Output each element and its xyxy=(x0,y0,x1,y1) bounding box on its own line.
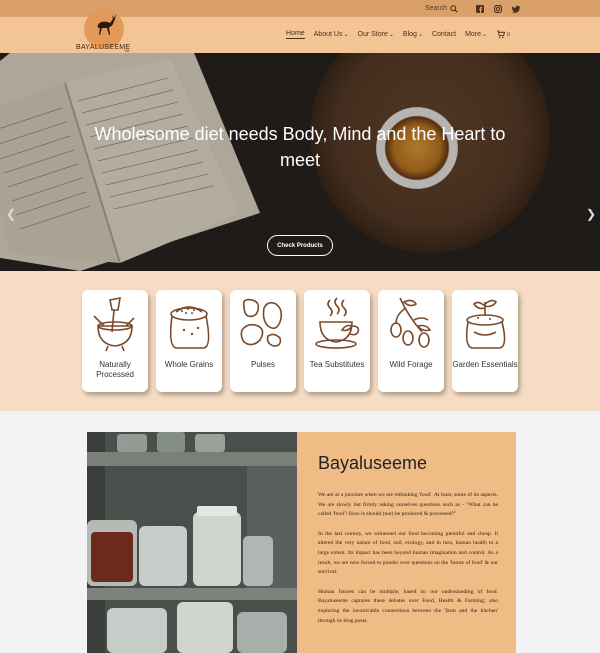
category-label: Tea Substitutes xyxy=(309,360,365,369)
nav-label: Blog xyxy=(402,31,417,38)
cart-count: 0 xyxy=(507,31,510,38)
berries-branch-icon xyxy=(390,297,432,348)
nav-menu: Home About Us ⌄ Our Store ⌄ Blog ⌄ Contact … xyxy=(286,30,510,39)
about-paragraph: Human futures can be multiple, based on … xyxy=(318,588,498,624)
tea-cup-icon xyxy=(315,297,360,349)
facebook-icon[interactable] xyxy=(476,4,484,13)
mortar-pestle-icon xyxy=(93,296,135,352)
about-title: Bayaluseeme xyxy=(318,453,428,473)
chevron-down-icon: ⌄ xyxy=(482,32,488,38)
seedling-sack-icon xyxy=(465,299,506,349)
category-label: Naturally Processed xyxy=(96,360,134,379)
cart-button[interactable]: 0 xyxy=(496,30,510,39)
search-icon xyxy=(450,4,458,13)
about-panel: Bayaluseeme We are at a juncture when we… xyxy=(297,432,516,653)
main-navigation: BAYALUSEEME TM Home About Us ⌄ Our Store ⌄… xyxy=(0,9,600,53)
nav-item-home[interactable]: Home xyxy=(286,30,305,39)
category-label: Pulses xyxy=(250,360,275,369)
category-card-whole-grains[interactable]: Whole Grains xyxy=(156,290,222,392)
nav-label: Contact xyxy=(431,31,457,38)
category-card-tea-substitutes[interactable]: Tea Substitutes xyxy=(304,290,370,392)
about-section: Bayaluseeme We are at a juncture when we… xyxy=(0,411,600,653)
hero-slider: Wholesome diet needs Body, Mind and the … xyxy=(0,53,600,271)
instagram-icon[interactable] xyxy=(494,4,502,13)
category-label: Wild Forage xyxy=(389,360,433,369)
pantry-shelf-photo xyxy=(87,432,297,653)
beans-icon xyxy=(240,298,283,347)
search-label: Search xyxy=(424,5,447,12)
nav-label: About Us xyxy=(313,31,343,38)
nav-item-our-store[interactable]: Our Store ⌄ xyxy=(358,30,394,39)
category-card-pulses[interactable]: Pulses xyxy=(230,290,296,392)
cart-icon xyxy=(496,30,506,39)
chevron-down-icon: ⌄ xyxy=(388,32,394,38)
nav-item-about-us[interactable]: About Us ⌄ xyxy=(314,30,349,39)
category-card-naturally-processed[interactable]: Naturally Processed xyxy=(82,290,148,392)
nav-item-more[interactable]: More ⌄ xyxy=(465,30,487,39)
chevron-left-icon[interactable]: ❮ xyxy=(6,207,16,221)
nav-item-contact[interactable]: Contact xyxy=(432,30,456,39)
chevron-right-icon[interactable]: ❯ xyxy=(586,207,596,221)
search-link[interactable]: Search xyxy=(424,4,458,13)
brand-name: BAYALUSEEME xyxy=(76,44,131,51)
category-card-garden-essentials[interactable]: Garden Essentials xyxy=(452,290,518,392)
nav-item-blog[interactable]: Blog ⌄ xyxy=(403,30,423,39)
chevron-down-icon: ⌄ xyxy=(417,32,423,38)
about-paragraph: In the last century, we witnessed our fo… xyxy=(318,530,498,576)
hero-title: Wholesome diet needs Body, Mind and the … xyxy=(94,124,506,170)
twitter-icon[interactable] xyxy=(512,5,520,13)
grain-sack-icon xyxy=(169,306,210,349)
category-label: Whole Grains xyxy=(164,360,214,369)
about-paragraph: We are at a juncture when we are rethink… xyxy=(318,492,498,518)
category-label: Garden Essentials xyxy=(452,360,518,369)
check-products-button[interactable]: Check Products xyxy=(267,235,333,256)
nav-label: Our Store xyxy=(357,31,388,38)
blackbuck-icon xyxy=(97,14,116,35)
chevron-down-icon: ⌄ xyxy=(343,32,349,38)
nav-label: Home xyxy=(286,30,305,37)
category-card-wild-forage[interactable]: Wild Forage xyxy=(378,290,444,392)
category-section: Naturally Processed Whole Grains Pulses … xyxy=(0,271,600,411)
nav-label: More xyxy=(465,31,482,38)
